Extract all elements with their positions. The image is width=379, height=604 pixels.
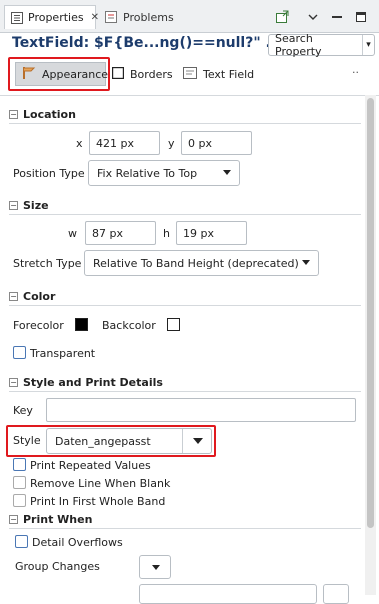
search-property-combo[interactable]: Search Property ▾ <box>268 32 375 58</box>
print-first-label: Print In First Whole Band <box>30 495 166 508</box>
section-divider <box>9 528 361 529</box>
dropdown-arrow-icon <box>223 170 231 175</box>
group-changes-label: Group Changes <box>15 560 100 573</box>
stretch-type-value: Relative To Band Height (deprecated) <box>93 256 299 270</box>
problems-icon <box>104 11 118 23</box>
detail-overflows-label: Detail Overflows <box>32 536 123 549</box>
key-label: Key <box>13 404 33 417</box>
remove-line-label: Remove Line When Blank <box>30 477 171 490</box>
section-style-print-title: Style and Print Details <box>23 376 163 389</box>
more-tabs[interactable]: ·· <box>352 66 359 79</box>
scrollbar-thumb[interactable] <box>367 98 374 528</box>
w-label: w <box>68 227 77 240</box>
tab-problems-label: Problems <box>123 10 174 24</box>
minimize-icon[interactable] <box>327 8 347 26</box>
element-title: TextField: $F{Be...ng()==null?" ... <box>12 35 282 51</box>
section-divider <box>9 305 361 306</box>
section-location-title: Location <box>23 108 76 121</box>
style-value: Daten_angepasst <box>55 434 151 448</box>
section-style-print-header[interactable]: − Style and Print Details <box>9 376 163 389</box>
position-type-value: Fix Relative To Top <box>97 166 198 180</box>
print-repeated-checkbox[interactable] <box>13 458 26 471</box>
subtab-text-field[interactable]: Text Field <box>183 62 254 86</box>
y-field[interactable]: 0 px <box>181 131 252 155</box>
y-label: y <box>168 137 175 150</box>
section-location-header[interactable]: − Location <box>9 108 76 121</box>
x-label: x <box>76 137 83 150</box>
position-type-label: Position Type <box>13 167 85 180</box>
section-size-header[interactable]: − Size <box>9 199 49 212</box>
backcolor-label: Backcolor <box>102 319 156 332</box>
transparent-label: Transparent <box>30 347 96 360</box>
divider <box>0 95 379 96</box>
collapse-icon[interactable]: − <box>9 110 18 119</box>
tab-properties[interactable]: Properties ✕ <box>4 5 99 29</box>
style-select[interactable]: Daten_angepasst <box>46 428 212 454</box>
dropdown-arrow-icon <box>152 565 160 570</box>
appearance-icon <box>22 66 36 83</box>
expression-button[interactable] <box>323 584 349 604</box>
transparent-checkbox[interactable] <box>13 346 26 359</box>
group-changes-dropdown[interactable] <box>139 555 171 579</box>
section-print-when-header[interactable]: − Print When <box>9 513 92 526</box>
forecolor-label: Forecolor <box>13 319 64 332</box>
subtab-borders[interactable]: Borders <box>111 62 173 86</box>
x-field[interactable]: 421 px <box>89 131 160 155</box>
stretch-type-select[interactable]: Relative To Band Height (deprecated) <box>84 250 319 276</box>
collapse-icon[interactable]: − <box>9 292 18 301</box>
print-first-checkbox[interactable] <box>13 494 26 507</box>
section-color-header[interactable]: − Color <box>9 290 55 303</box>
section-divider <box>9 391 361 392</box>
print-repeated-label: Print Repeated Values <box>30 459 151 472</box>
detail-overflows-checkbox[interactable] <box>15 535 28 548</box>
tab-properties-label: Properties <box>28 11 84 24</box>
section-print-when-title: Print When <box>23 513 93 526</box>
collapse-icon[interactable]: − <box>9 201 18 210</box>
subtab-text-field-label: Text Field <box>203 67 255 81</box>
properties-icon <box>11 11 23 24</box>
style-label: Style <box>13 434 41 447</box>
subtab-appearance[interactable]: Appearance <box>15 62 109 86</box>
collapse-icon[interactable]: − <box>9 378 18 387</box>
dropdown-arrow-icon <box>302 260 310 265</box>
search-property-label: Search Property <box>275 32 322 58</box>
h-field[interactable]: 19 px <box>176 221 247 245</box>
w-field[interactable]: 87 px <box>85 221 156 245</box>
h-label: h <box>163 227 170 240</box>
remove-line-checkbox[interactable] <box>13 476 26 489</box>
dropdown-arrow-icon[interactable] <box>193 438 203 444</box>
chevron-down-icon[interactable]: ▾ <box>362 35 374 55</box>
collapse-icon[interactable]: − <box>9 515 18 524</box>
stretch-type-label: Stretch Type <box>13 257 82 270</box>
borders-icon <box>111 66 125 82</box>
subtab-appearance-label: Appearance <box>42 67 109 81</box>
section-size-title: Size <box>23 199 49 212</box>
section-divider <box>9 214 361 215</box>
tab-problems[interactable]: Problems <box>98 5 180 29</box>
section-color-title: Color <box>23 290 56 303</box>
view-menu-icon[interactable] <box>303 8 323 26</box>
subtab-borders-label: Borders <box>130 67 173 81</box>
section-divider <box>9 123 361 124</box>
text-field-icon <box>183 66 197 82</box>
expression-field[interactable] <box>139 584 317 604</box>
key-field[interactable] <box>46 398 356 422</box>
position-type-select[interactable]: Fix Relative To Top <box>88 160 240 186</box>
forecolor-swatch[interactable] <box>75 318 88 331</box>
new-window-icon[interactable] <box>272 8 292 26</box>
backcolor-swatch[interactable] <box>167 318 180 331</box>
combo-separator <box>182 429 183 453</box>
maximize-icon[interactable] <box>351 8 371 26</box>
